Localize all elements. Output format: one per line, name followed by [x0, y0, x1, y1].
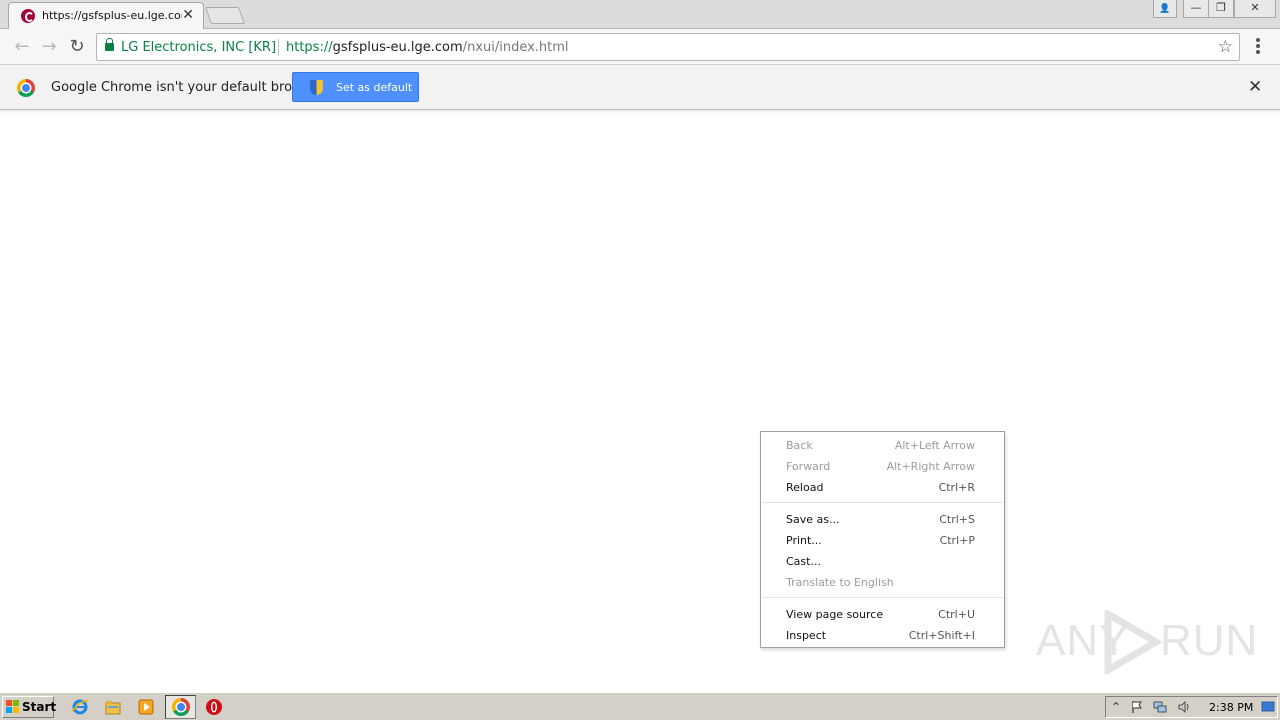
- menu-item-label: Translate to English: [786, 576, 894, 589]
- title-bar: https://gsfsplus-eu.lge.com ✕ 👤 — ❐ ✕: [0, 0, 1280, 29]
- forward-arrow-icon: →: [41, 36, 57, 57]
- context-menu-item-save-as[interactable]: Save as... Ctrl+S: [761, 509, 1004, 530]
- menu-item-label: View page source: [786, 608, 884, 621]
- tab-close-icon[interactable]: ✕: [182, 7, 194, 23]
- menu-item-label: Back: [786, 439, 813, 452]
- taskbar-chrome-button[interactable]: [165, 695, 196, 719]
- action-center-flag-icon[interactable]: [1130, 700, 1144, 714]
- chrome-logo-icon: [17, 79, 35, 97]
- set-as-default-label: Set as default: [336, 81, 413, 94]
- menu-item-shortcut: Ctrl+S: [939, 513, 975, 526]
- anyrun-watermark: ANY RUN: [1036, 610, 1257, 674]
- uac-shield-icon: [310, 80, 323, 95]
- context-menu-item-back[interactable]: Back Alt+Left Arrow: [761, 435, 1004, 456]
- default-browser-infobar: Google Chrome isn't your default browser…: [0, 65, 1280, 110]
- menu-item-label: Reload: [786, 481, 824, 494]
- minimize-button[interactable]: —: [1183, 0, 1209, 18]
- context-menu: Back Alt+Left Arrow Forward Alt+Right Ar…: [760, 431, 1005, 648]
- address-bar[interactable]: LG Electronics, INC [KR] https://gsfsplu…: [96, 33, 1240, 61]
- context-menu-item-translate[interactable]: Translate to English: [761, 572, 1004, 593]
- bookmark-star-icon[interactable]: ☆: [1218, 37, 1233, 57]
- reload-icon: ↻: [69, 36, 85, 57]
- system-clock[interactable]: 2:38 PM: [1209, 701, 1253, 714]
- context-menu-item-cast[interactable]: Cast...: [761, 551, 1004, 572]
- show-desktop-icon[interactable]: [1261, 700, 1275, 714]
- context-menu-item-inspect[interactable]: Inspect Ctrl+Shift+I: [761, 625, 1004, 646]
- menu-item-shortcut: Ctrl+R: [938, 481, 975, 494]
- windows-logo-icon: [6, 700, 20, 714]
- infobar-close-icon[interactable]: ✕: [1248, 77, 1262, 97]
- context-menu-item-forward[interactable]: Forward Alt+Right Arrow: [761, 456, 1004, 477]
- menu-item-shortcut: Ctrl+Shift+I: [908, 629, 975, 642]
- menu-item-label: Print...: [786, 534, 822, 547]
- new-tab-button[interactable]: [204, 7, 246, 24]
- minimize-icon: —: [1190, 1, 1202, 14]
- page-content[interactable]: [0, 111, 1280, 692]
- browser-toolbar: ← → ↻ LG Electronics, INC [KR] https://g…: [0, 29, 1280, 65]
- context-menu-item-print[interactable]: Print... Ctrl+P: [761, 530, 1004, 551]
- back-button[interactable]: ←: [11, 36, 33, 58]
- url-scheme: https://: [286, 40, 333, 55]
- restore-icon: ❐: [1216, 1, 1226, 14]
- url-host: gsfsplus-eu.lge.com: [332, 40, 463, 55]
- back-arrow-icon: ←: [14, 36, 30, 57]
- play-triangle-icon: [1104, 610, 1162, 674]
- user-icon: 👤: [1159, 4, 1171, 14]
- lg-favicon-icon: [21, 9, 35, 23]
- menu-item-label: Forward: [786, 460, 831, 473]
- menu-item-shortcut: Alt+Left Arrow: [894, 439, 975, 452]
- chrome-taskbar-icon: [172, 698, 190, 716]
- url-path: /nxui/index.html: [462, 40, 569, 55]
- context-menu-item-reload[interactable]: Reload Ctrl+R: [761, 477, 1004, 498]
- infobar-message: Google Chrome isn't your default browser: [51, 80, 323, 95]
- menu-item-label: Cast...: [786, 555, 821, 568]
- certificate-org-name[interactable]: LG Electronics, INC [KR]: [121, 40, 276, 55]
- start-button[interactable]: Start: [2, 696, 57, 718]
- browser-tab[interactable]: https://gsfsplus-eu.lge.com ✕: [8, 2, 204, 29]
- context-menu-item-view-source[interactable]: View page source Ctrl+U: [761, 604, 1004, 625]
- internet-explorer-icon[interactable]: [71, 698, 89, 716]
- set-as-default-button[interactable]: Set as default: [292, 72, 419, 102]
- close-window-button[interactable]: ✕: [1234, 0, 1276, 18]
- reload-button[interactable]: ↻: [66, 36, 88, 58]
- file-explorer-icon[interactable]: [104, 698, 122, 716]
- omnibox-divider: [278, 39, 279, 56]
- menu-item-shortcut: Ctrl+U: [938, 608, 975, 621]
- system-tray: ⌃ 2:38 PM: [1105, 696, 1278, 718]
- menu-item-label: Save as...: [786, 513, 840, 526]
- forward-button[interactable]: →: [38, 36, 60, 58]
- windows-taskbar: Start ⌃ 2:38 PM: [0, 692, 1280, 720]
- restore-button[interactable]: ❐: [1208, 0, 1234, 18]
- close-icon: ✕: [1250, 1, 1260, 14]
- menu-item-shortcut: Alt+Right Arrow: [886, 460, 975, 473]
- media-player-icon[interactable]: [137, 698, 155, 716]
- chrome-menu-icon[interactable]: [1252, 37, 1264, 57]
- menu-separator: [762, 597, 1003, 598]
- watermark-text-right: RUN: [1160, 616, 1259, 665]
- volume-icon[interactable]: [1177, 700, 1191, 714]
- menu-item-label: Inspect: [786, 629, 827, 642]
- lock-icon[interactable]: [105, 38, 114, 51]
- user-profile-button[interactable]: 👤: [1153, 0, 1177, 18]
- opera-icon[interactable]: [205, 698, 223, 716]
- tab-title: https://gsfsplus-eu.lge.com: [42, 9, 182, 22]
- menu-item-shortcut: Ctrl+P: [939, 534, 975, 547]
- menu-separator: [762, 502, 1003, 503]
- url-text[interactable]: https://gsfsplus-eu.lge.com/nxui/index.h…: [286, 40, 569, 55]
- tray-chevron-icon[interactable]: ⌃: [1109, 700, 1123, 714]
- network-icon[interactable]: [1153, 700, 1167, 714]
- start-label: Start: [22, 700, 57, 714]
